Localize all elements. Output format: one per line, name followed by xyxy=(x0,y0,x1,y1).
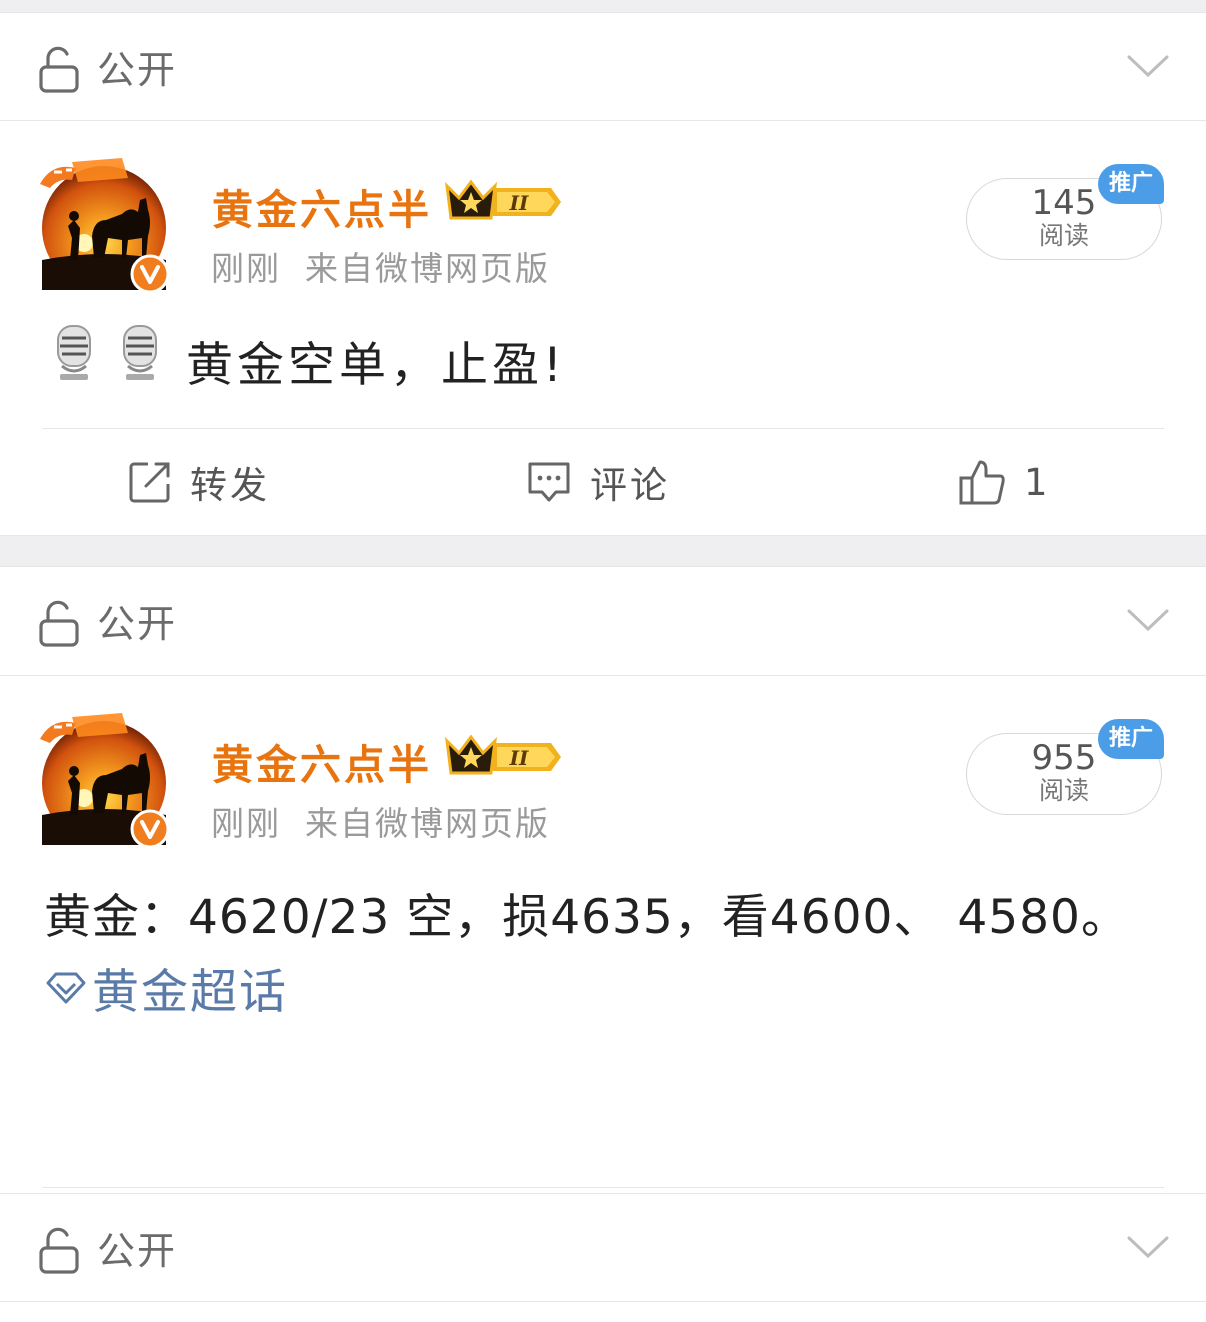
divider xyxy=(42,428,1164,429)
like-button[interactable]: 1 xyxy=(958,452,1051,512)
post-time: 刚刚 xyxy=(211,249,281,288)
visibility-row[interactable]: 公开 xyxy=(0,13,1206,119)
post-meta: 刚刚 来自微博网页版 xyxy=(211,797,550,845)
divider xyxy=(0,120,1206,121)
visibility-label: 公开 xyxy=(97,1228,178,1273)
microphone-emoji-icon xyxy=(123,325,157,380)
repost-button[interactable]: 转发 xyxy=(128,452,270,512)
unlock-icon xyxy=(39,600,79,647)
unlock-icon xyxy=(39,1227,79,1274)
post-source: 来自微博网页版 xyxy=(305,804,550,843)
comment-button[interactable]: 评论 xyxy=(526,452,670,512)
chevron-down-icon[interactable] xyxy=(1126,53,1170,79)
post-gap xyxy=(0,536,1206,566)
thumbs-up-icon xyxy=(959,460,1005,505)
post-text: 黄金空单，止盈! xyxy=(186,338,566,393)
crown-badge-icon: II xyxy=(444,179,561,220)
divider xyxy=(0,675,1206,676)
promote-badge[interactable]: 推广 xyxy=(1098,719,1164,759)
author-name[interactable]: 黄金六点半 xyxy=(212,176,432,236)
chevron-down-icon[interactable] xyxy=(1126,1234,1170,1260)
like-count: 1 xyxy=(1024,460,1051,504)
promote-badge[interactable]: 推广 xyxy=(1098,164,1164,204)
post-meta: 刚刚 来自微博网页版 xyxy=(211,242,550,290)
read-label: 阅读 xyxy=(1038,221,1089,250)
repost-label: 转发 xyxy=(190,464,270,507)
crown-badge-icon: II xyxy=(444,734,561,775)
post-time: 刚刚 xyxy=(211,804,281,843)
comment-label: 评论 xyxy=(590,464,670,507)
visibility-row[interactable]: 公开 xyxy=(0,567,1206,673)
top-gap xyxy=(0,0,1206,12)
post-source: 来自微博网页版 xyxy=(305,249,550,288)
diamond-icon xyxy=(46,972,86,1003)
crown-level: II xyxy=(509,746,529,770)
chevron-down-icon[interactable] xyxy=(1126,607,1170,633)
visibility-row[interactable]: 公开 xyxy=(0,1194,1206,1300)
visibility-label: 公开 xyxy=(97,47,178,92)
divider xyxy=(42,1187,1164,1188)
comment-icon xyxy=(528,462,570,502)
verified-badge-icon xyxy=(130,809,170,849)
topic-label: 黄金超话 xyxy=(92,965,288,1020)
verified-badge-icon xyxy=(130,254,170,294)
unlock-icon xyxy=(39,46,79,93)
microphone-emoji-icon xyxy=(57,325,91,380)
divider xyxy=(0,1301,1206,1302)
visibility-label: 公开 xyxy=(97,601,178,646)
author-name[interactable]: 黄金六点半 xyxy=(212,731,432,791)
super-topic-link[interactable]: 黄金超话 xyxy=(44,953,288,1022)
post-text: 黄金：4620/23 空，损4635，看4600、 4580。 xyxy=(44,890,1129,945)
repost-icon xyxy=(129,462,170,503)
crown-level: II xyxy=(509,191,529,215)
read-label: 阅读 xyxy=(1038,776,1089,805)
